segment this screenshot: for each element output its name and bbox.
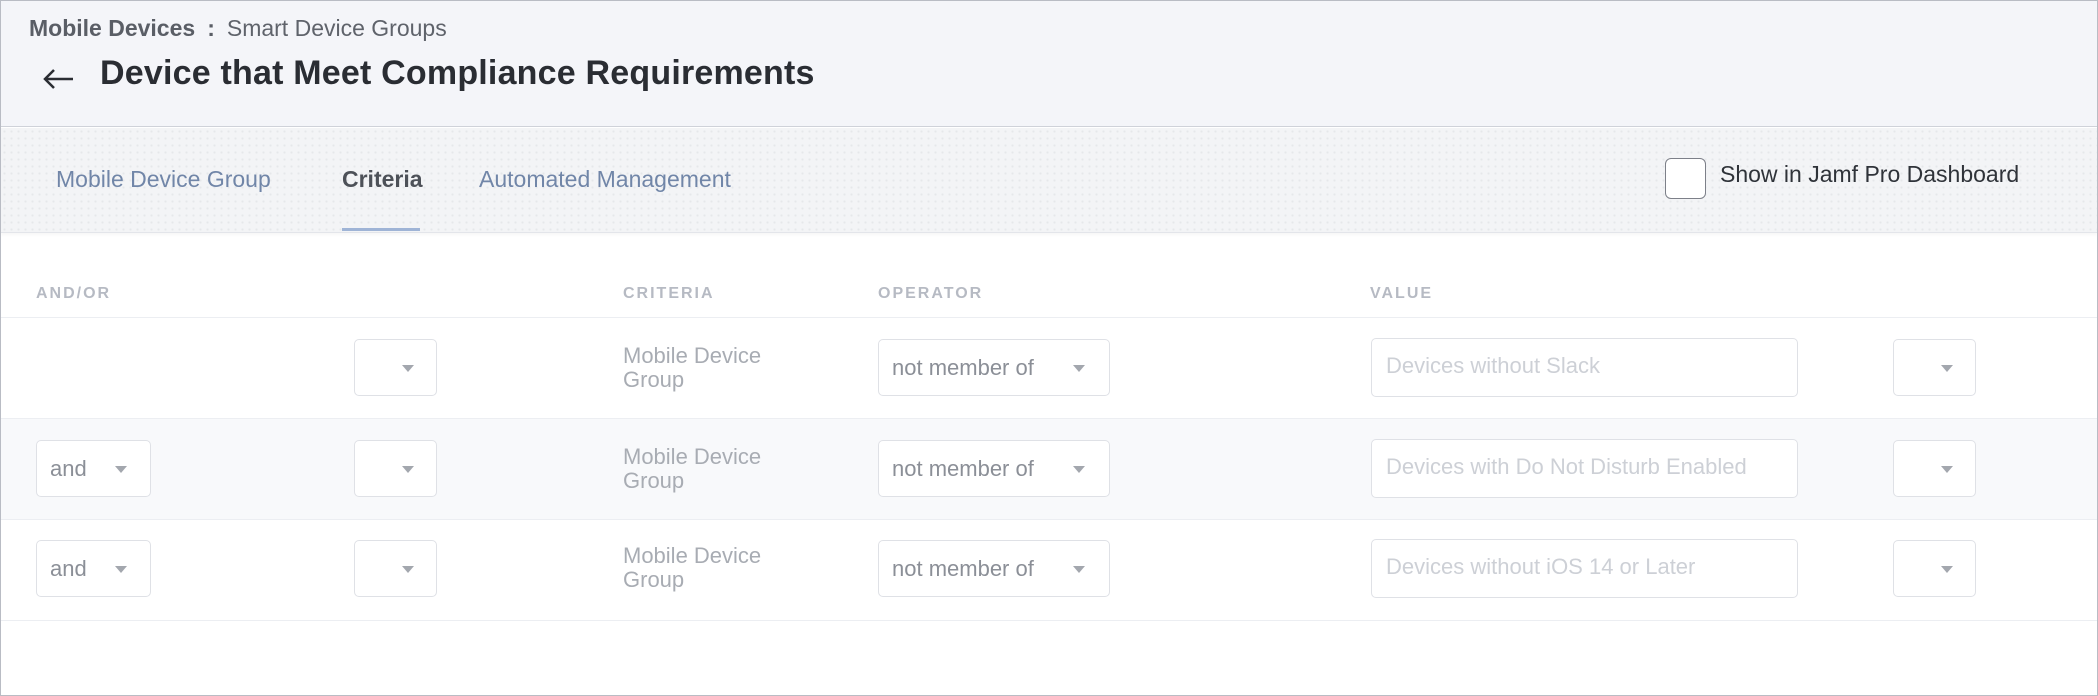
table-row: Mobile Device Group not member of Device…	[1, 318, 2097, 419]
tab-mobile-device-group[interactable]: Mobile Device Group	[56, 166, 271, 193]
show-in-dashboard-label: Show in Jamf Pro Dashboard	[1720, 161, 2020, 187]
active-tab-indicator	[342, 228, 420, 231]
tab-automated-management[interactable]: Automated Management	[479, 166, 731, 193]
chevron-down-icon	[1941, 466, 1953, 473]
open-paren-select[interactable]	[354, 440, 437, 497]
column-header-operator: OPERATOR	[878, 285, 984, 302]
show-in-dashboard-checkbox[interactable]	[1665, 158, 1706, 199]
open-paren-select[interactable]	[354, 540, 437, 597]
column-header-criteria: CRITERIA	[623, 285, 715, 302]
column-header-and-or: AND/OR	[36, 285, 112, 302]
criteria-table-header: AND/OR CRITERIA OPERATOR VALUE	[1, 283, 2097, 317]
open-paren-select[interactable]	[354, 339, 437, 396]
breadcrumb: Mobile Devices: Smart Device Groups	[29, 15, 447, 42]
show-in-dashboard-toggle[interactable]: Show in Jamf Pro Dashboard	[1665, 158, 2019, 200]
back-button[interactable]	[41, 61, 77, 97]
chevron-down-icon	[115, 466, 127, 473]
operator-select[interactable]: not member of	[878, 540, 1110, 597]
chevron-down-icon	[1941, 365, 1953, 372]
operator-select[interactable]: not member of	[878, 440, 1110, 497]
tab-criteria[interactable]: Criteria	[342, 166, 423, 193]
page-header: Mobile Devices: Smart Device Groups Devic…	[1, 1, 2097, 127]
and-or-value: and	[50, 556, 87, 581]
operator-value: not member of	[892, 456, 1034, 481]
close-paren-select[interactable]	[1893, 440, 1976, 497]
chevron-down-icon	[402, 566, 414, 573]
tab-bar: Mobile Device Group Criteria Automated M…	[1, 128, 2097, 233]
chevron-down-icon	[402, 365, 414, 372]
chevron-down-icon	[402, 466, 414, 473]
operator-select[interactable]: not member of	[878, 339, 1110, 396]
chevron-down-icon	[1073, 566, 1085, 573]
close-paren-select[interactable]	[1893, 339, 1976, 396]
criteria-name: Mobile Device Group	[623, 543, 762, 592]
breadcrumb-separator: :	[207, 15, 215, 41]
arrow-left-icon	[43, 69, 73, 89]
breadcrumb-root[interactable]: Mobile Devices	[29, 15, 195, 41]
criteria-name: Mobile Device Group	[623, 444, 762, 493]
and-or-select[interactable]: and	[36, 440, 151, 497]
value-field[interactable]: Devices without Slack	[1371, 338, 1798, 397]
column-header-value: VALUE	[1370, 285, 1434, 302]
app-window: Mobile Devices: Smart Device Groups Devic…	[0, 0, 2098, 696]
value-field[interactable]: Devices without iOS 14 or Later	[1371, 539, 1798, 598]
operator-value: not member of	[892, 355, 1034, 380]
value-field[interactable]: Devices with Do Not Disturb Enabled	[1371, 439, 1798, 498]
table-row: and Mobile Device Group not member of De…	[1, 520, 2097, 621]
breadcrumb-current[interactable]: Smart Device Groups	[227, 15, 447, 41]
page-title: Device that Meet Compliance Requirements	[100, 54, 815, 92]
and-or-select[interactable]: and	[36, 540, 151, 597]
and-or-value: and	[50, 456, 87, 481]
chevron-down-icon	[1941, 566, 1953, 573]
close-paren-select[interactable]	[1893, 540, 1976, 597]
chevron-down-icon	[1073, 466, 1085, 473]
criteria-name: Mobile Device Group	[623, 343, 762, 392]
table-row: and Mobile Device Group not member of De…	[1, 419, 2097, 520]
chevron-down-icon	[1073, 365, 1085, 372]
operator-value: not member of	[892, 556, 1034, 581]
chevron-down-icon	[115, 566, 127, 573]
